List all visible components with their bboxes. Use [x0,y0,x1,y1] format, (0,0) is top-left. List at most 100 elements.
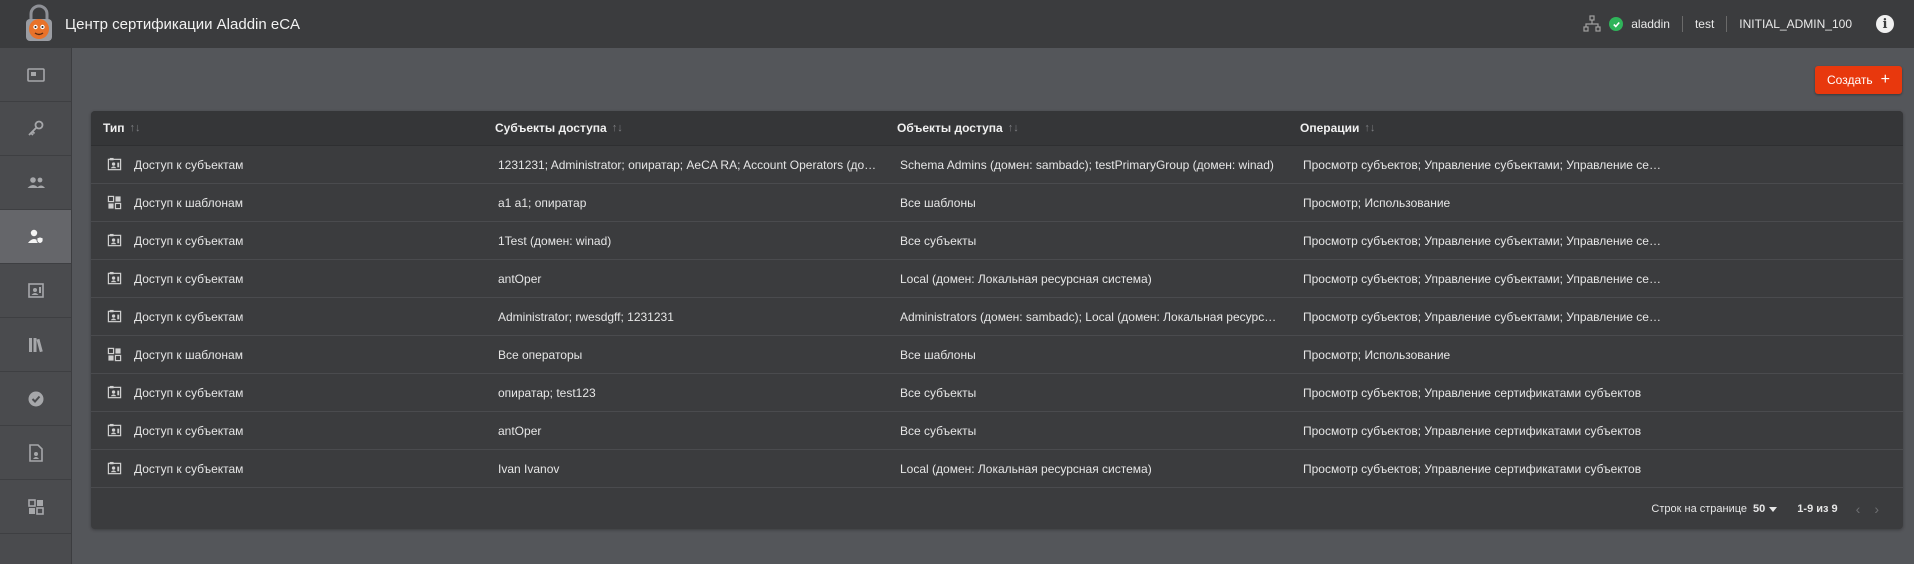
sidebar [0,48,72,564]
sidebar-item-access[interactable] [0,210,71,264]
cell-subjects: Все операторы [498,347,583,362]
subject-access-icon [107,233,122,248]
grid-icon [27,498,44,515]
table-row[interactable]: Доступ к шаблонам Все операторы Все шаблон… [91,336,1903,374]
people-icon [27,176,45,188]
network-icon[interactable] [1583,15,1601,33]
cell-type: Доступ к субъектам [91,423,495,438]
subject-access-icon [107,385,122,400]
table-row[interactable]: Доступ к субъектам опиратар; test123 Все с… [91,374,1903,412]
role-label[interactable]: INITIAL_ADMIN_100 [1739,17,1852,31]
sidebar-item-users[interactable] [0,156,71,210]
column-header-type[interactable]: Тип ↑↓ [91,121,495,135]
username-label[interactable]: aladdin [1631,17,1670,31]
cell-type-label: Доступ к субъектам [134,233,244,248]
info-icon[interactable]: i [1876,15,1894,33]
column-header-objects[interactable]: Объекты доступа ↑↓ [897,121,1300,135]
cell-type: Доступ к субъектам [91,271,495,286]
sidebar-item-certificates[interactable] [0,264,71,318]
rows-per-page-select[interactable]: 50 [1753,503,1778,515]
cell-type-label: Доступ к субъектам [134,423,244,438]
cell-type-label: Доступ к субъектам [134,385,244,400]
subject-access-icon [107,423,122,438]
user-shield-icon [27,229,43,244]
table-body: Доступ к субъектам 1231231; Administrator… [91,146,1903,488]
table-row[interactable]: Доступ к субъектам 1231231; Administrator… [91,146,1903,184]
sidebar-item-documents[interactable] [0,426,71,480]
next-page-icon[interactable]: › [1874,501,1879,517]
template-access-icon [107,195,122,210]
check-circle-icon [28,391,43,406]
sort-icon: ↑↓ [1364,122,1376,134]
cell-type-label: Доступ к субъектам [134,461,244,476]
create-button-label: Создать [1827,73,1873,87]
cell-objects: Schema Admins (домен: sambadc); testPrim… [900,157,1274,172]
table-row[interactable]: Доступ к субъектам antOper Все субъекты Про… [91,412,1903,450]
cell-operations: Просмотр субъектов; Управление субъектам… [1303,271,1680,286]
cell-subjects: antOper [498,271,542,286]
cell-subjects: 1Test (домен: winad) [498,233,612,248]
sidebar-item-library[interactable] [0,318,71,372]
key-icon [27,120,43,136]
cell-type: Доступ к субъектам [91,461,495,476]
cell-type-label: Доступ к субъектам [134,271,244,286]
table-row[interactable]: Доступ к субъектам antOper Local (домен: Л… [91,260,1903,298]
rows-per-page-label: Строк на странице [1651,503,1748,515]
table-row[interactable]: Доступ к субъектам Administrator; rwesdgf… [91,298,1903,336]
sort-icon: ↑↓ [1007,122,1019,134]
cell-subjects: a1 a1; опиратар [498,195,587,210]
table-row[interactable]: Доступ к субъектам Ivan Ivanov Local (доме… [91,450,1903,488]
cell-type: Доступ к субъектам [91,309,495,324]
cell-subjects: antOper [498,423,542,438]
cell-operations: Просмотр субъектов; Управление субъектам… [1303,157,1680,172]
sidebar-item-templates[interactable] [0,480,71,534]
cell-subjects: опиратар; test123 [498,385,596,400]
status-ok-icon [1609,17,1624,31]
chevron-down-icon [1769,506,1778,512]
cell-operations: Просмотр; Использование [1303,347,1451,362]
cell-operations: Просмотр субъектов; Управление сертифика… [1303,423,1642,438]
cell-objects: Все субъекты [900,423,977,438]
subject-access-icon [107,461,122,476]
cell-objects: Administrators (домен: sambadc); Local (… [900,309,1300,324]
environment-label[interactable]: test [1695,17,1714,31]
cell-operations: Просмотр субъектов; Управление сертифика… [1303,461,1642,476]
previous-page-icon[interactable]: ‹ [1856,501,1861,517]
subject-access-icon [107,157,122,172]
top-bar: Центр сертификации Aladdin eCA aladdin t… [0,0,1914,48]
sort-icon: ↑↓ [129,122,141,134]
table-row[interactable]: Доступ к субъектам 1Test (домен: winad) Вс… [91,222,1903,260]
cell-type-label: Доступ к шаблонам [134,347,243,362]
cell-type: Доступ к субъектам [91,233,495,248]
cell-objects: Все шаблоны [900,195,976,210]
cell-objects: Все субъекты [900,385,977,400]
cell-type: Доступ к субъектам [91,385,495,400]
template-access-icon [107,347,122,362]
sidebar-item-dashboard[interactable] [0,48,71,102]
cell-objects: Все субъекты [900,233,977,248]
aladdin-logo-icon[interactable] [17,2,61,46]
create-button[interactable]: Создать + [1815,66,1902,94]
subject-access-icon [107,271,122,286]
cell-operations: Просмотр; Использование [1303,195,1451,210]
cell-type: Доступ к шаблонам [91,347,495,362]
cell-objects: Local (домен: Локальная ресурсная систем… [900,271,1152,286]
sort-icon: ↑↓ [611,122,623,134]
cell-operations: Просмотр субъектов; Управление субъектам… [1303,309,1680,324]
column-header-subjects[interactable]: Субъекты доступа ↑↓ [495,121,897,135]
sidebar-item-keys[interactable] [0,102,71,156]
cell-type-label: Доступ к субъектам [134,157,244,172]
sidebar-item-approved[interactable] [0,372,71,426]
table-row[interactable]: Доступ к шаблонам a1 a1; опиратар Все шабл… [91,184,1903,222]
column-header-operations[interactable]: Операции ↑↓ [1300,121,1680,135]
books-icon [28,337,43,352]
cell-subjects: Ivan Ivanov [498,461,560,476]
page-range: 1-9 из 9 [1797,503,1838,515]
cell-objects: Local (домен: Локальная ресурсная систем… [900,461,1152,476]
cell-subjects: 1231231; Administrator; опиратар; AeCA R… [498,157,897,172]
certificate-icon [27,282,44,298]
subject-access-icon [107,309,122,324]
card-icon [26,67,45,82]
header-user-area: aladdin test INITIAL_ADMIN_100 i [1583,0,1894,48]
divider [1681,16,1683,32]
